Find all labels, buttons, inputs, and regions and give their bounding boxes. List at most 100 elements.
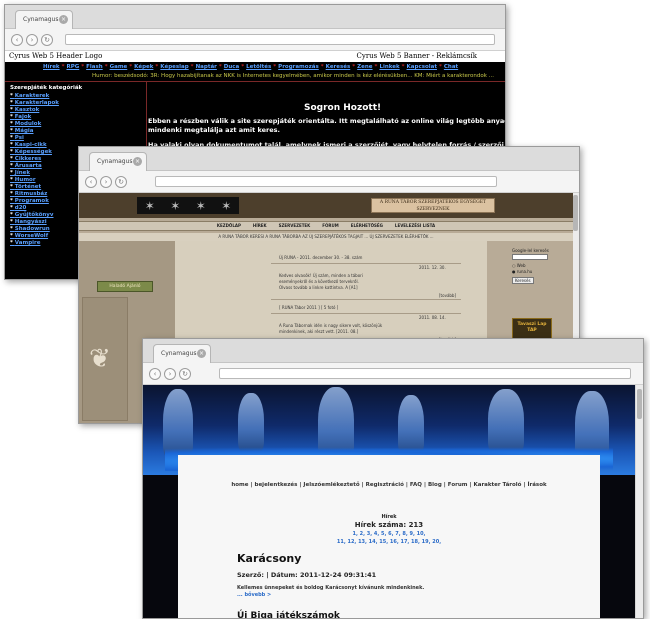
announcement-strip: A RUNA TÁBOR KERESI A RUNA TÁBORBA AZ ÚJ… — [79, 233, 573, 241]
sidebar-item[interactable]: Karakterlapok — [10, 100, 82, 107]
menu-link[interactable]: Karakter Tároló — [473, 482, 521, 488]
header-logo: Cyrus Web 5 Header Logo — [9, 52, 103, 60]
menu-link[interactable]: Kapcsolat — [407, 64, 437, 70]
divider — [5, 81, 505, 82]
reload-icon[interactable]: ↻ — [179, 368, 191, 380]
sidebar-item[interactable]: d20 — [10, 205, 82, 212]
recommend-button[interactable]: Haladó Ajánló — [97, 281, 153, 292]
menu-link[interactable]: HÍREK — [253, 223, 267, 228]
search-label: Google-lel keresés — [512, 248, 549, 253]
menu-link[interactable]: Programozás — [278, 64, 319, 70]
sidebar-item[interactable]: WorseWolf — [10, 233, 82, 240]
menu-link[interactable]: Forum — [448, 482, 468, 488]
browser-tab[interactable]: Cynamagus × — [15, 10, 73, 29]
post-meta: Szerző: | Dátum: 2011-12-24 09:31:41 — [237, 571, 377, 579]
address-bar[interactable] — [65, 34, 495, 45]
sidebar-item[interactable]: Cikkeres — [10, 156, 82, 163]
menu-link[interactable]: home — [231, 482, 248, 488]
close-icon[interactable]: × — [133, 157, 142, 166]
sidebar-item[interactable]: Kasztok — [10, 107, 82, 114]
menu-link[interactable]: Letöltés — [246, 64, 271, 70]
sidebar-item[interactable]: Fajok — [10, 114, 82, 121]
close-icon[interactable]: × — [197, 349, 206, 358]
post-title[interactable]: Új RUNA - 2011. december 30. - 38. szám — [279, 255, 362, 261]
search-option-web[interactable]: ○ Web — [512, 263, 526, 268]
menu-link[interactable]: Regisztráció — [366, 482, 404, 488]
menu-separator: | — [250, 482, 253, 488]
menu-separator: * — [129, 64, 133, 70]
sidebar-item[interactable]: Hangyászi — [10, 219, 82, 226]
star-emblem-icon: ✶ — [170, 198, 181, 213]
scrollbar-thumb[interactable] — [573, 195, 578, 231]
menu-link[interactable]: SZERVEZETEK — [279, 223, 311, 228]
scrollbar-thumb[interactable] — [637, 389, 642, 419]
more-link[interactable]: [tovább] — [439, 293, 456, 299]
menu-link[interactable]: Chat — [444, 64, 458, 70]
divider — [271, 299, 461, 300]
post-title[interactable]: Karácsony — [237, 552, 301, 565]
menu-link[interactable]: LEVELEZÉSI LISTA — [395, 223, 435, 228]
menu-link[interactable]: Írások — [527, 482, 546, 488]
menu-link[interactable]: ELÉRHETŐSÉG — [351, 223, 383, 228]
menu-link[interactable]: bejelentkezés — [255, 482, 298, 488]
menu-link[interactable]: FÓRUM — [322, 223, 338, 228]
header-banner[interactable]: Cyrus Web 5 Banner - Reklámcsík — [357, 52, 477, 60]
menu-link[interactable]: Linkek — [379, 64, 399, 70]
divider — [271, 263, 461, 264]
back-arrow-icon[interactable]: ‹ — [85, 176, 97, 188]
sidebar-item[interactable]: Mágia — [10, 128, 82, 135]
sidebar-item[interactable]: Modulok — [10, 121, 82, 128]
sidebar-item[interactable]: Programok — [10, 198, 82, 205]
back-arrow-icon[interactable]: ‹ — [149, 368, 161, 380]
menu-link[interactable]: Képek — [134, 64, 153, 70]
category-sidebar: Szerepjáték kategóriák KarakterekKarakte… — [10, 85, 82, 247]
forward-arrow-icon[interactable]: › — [100, 176, 112, 188]
menu-link[interactable]: FAQ — [410, 482, 422, 488]
sidebar-item[interactable]: Gyűjtőkönyv — [10, 212, 82, 219]
back-arrow-icon[interactable]: ‹ — [11, 34, 23, 46]
more-link[interactable]: ... bővebb > — [237, 592, 424, 599]
menu-link[interactable]: RPG — [66, 64, 79, 70]
forward-arrow-icon[interactable]: › — [26, 34, 38, 46]
pagination[interactable]: 11, 12, 13, 14, 15, 16, 17, 18, 19, 20, — [143, 539, 635, 545]
sidebar-item[interactable]: Képességek — [10, 149, 82, 156]
close-icon[interactable]: × — [59, 15, 68, 24]
pagination[interactable]: 1, 2, 3, 4, 5, 6, 7, 8, 9, 10, — [143, 531, 635, 537]
post-title[interactable]: Új Biga játékszámok — [237, 611, 340, 618]
sidebar-item[interactable]: Vampire — [10, 240, 82, 247]
sidebar-item[interactable]: Jínek — [10, 170, 82, 177]
menu-link[interactable]: Képeslap — [160, 64, 188, 70]
menu-link[interactable]: Game — [110, 64, 128, 70]
browser-tab[interactable]: Cynamagus × — [89, 152, 147, 171]
search-button[interactable]: Keresés — [512, 277, 534, 284]
sidebar-item[interactable]: Ritmusbáz — [10, 191, 82, 198]
sidebar-item[interactable]: Shadowrun — [10, 226, 82, 233]
menu-link[interactable]: Jelszóemlékeztető — [303, 482, 359, 488]
menu-link[interactable]: Zene — [357, 64, 372, 70]
sidebar-item[interactable]: Kaspi-cikk — [10, 142, 82, 149]
search-input[interactable] — [512, 254, 548, 260]
scrollbar[interactable] — [635, 385, 643, 618]
menu-link[interactable]: Blog — [428, 482, 442, 488]
reload-icon[interactable]: ↻ — [115, 176, 127, 188]
sidebar-item[interactable]: Karakterek — [10, 93, 82, 100]
menu-link[interactable]: Keresés — [326, 64, 351, 70]
reload-icon[interactable]: ↻ — [41, 34, 53, 46]
sidebar-item[interactable]: Árusarta — [10, 163, 82, 170]
address-bar[interactable] — [219, 368, 631, 379]
sidebar-item[interactable]: Psi — [10, 135, 82, 142]
post-title[interactable]: [ RUNA Tábor 2011 ] [ 5 fotó ] — [279, 305, 338, 311]
menu-link[interactable]: Duca — [224, 64, 239, 70]
menu-link[interactable]: Naptár — [196, 64, 217, 70]
menu-separator: * — [374, 64, 378, 70]
search-option-site[interactable]: ● runa.hu — [512, 269, 532, 274]
sidebar-item[interactable]: Humor — [10, 177, 82, 184]
menu-link[interactable]: Hírek — [43, 64, 60, 70]
menu-link[interactable]: KEZDŐLAP — [217, 223, 241, 228]
browser-tab[interactable]: Cynamagus × — [153, 344, 211, 363]
page-content: home | bejelentkezés | Jelszóemlékeztető | Reg… — [143, 385, 635, 618]
address-bar[interactable] — [155, 176, 497, 187]
forward-arrow-icon[interactable]: › — [164, 368, 176, 380]
sidebar-item[interactable]: Történet — [10, 184, 82, 191]
menu-link[interactable]: Flash — [86, 64, 103, 70]
